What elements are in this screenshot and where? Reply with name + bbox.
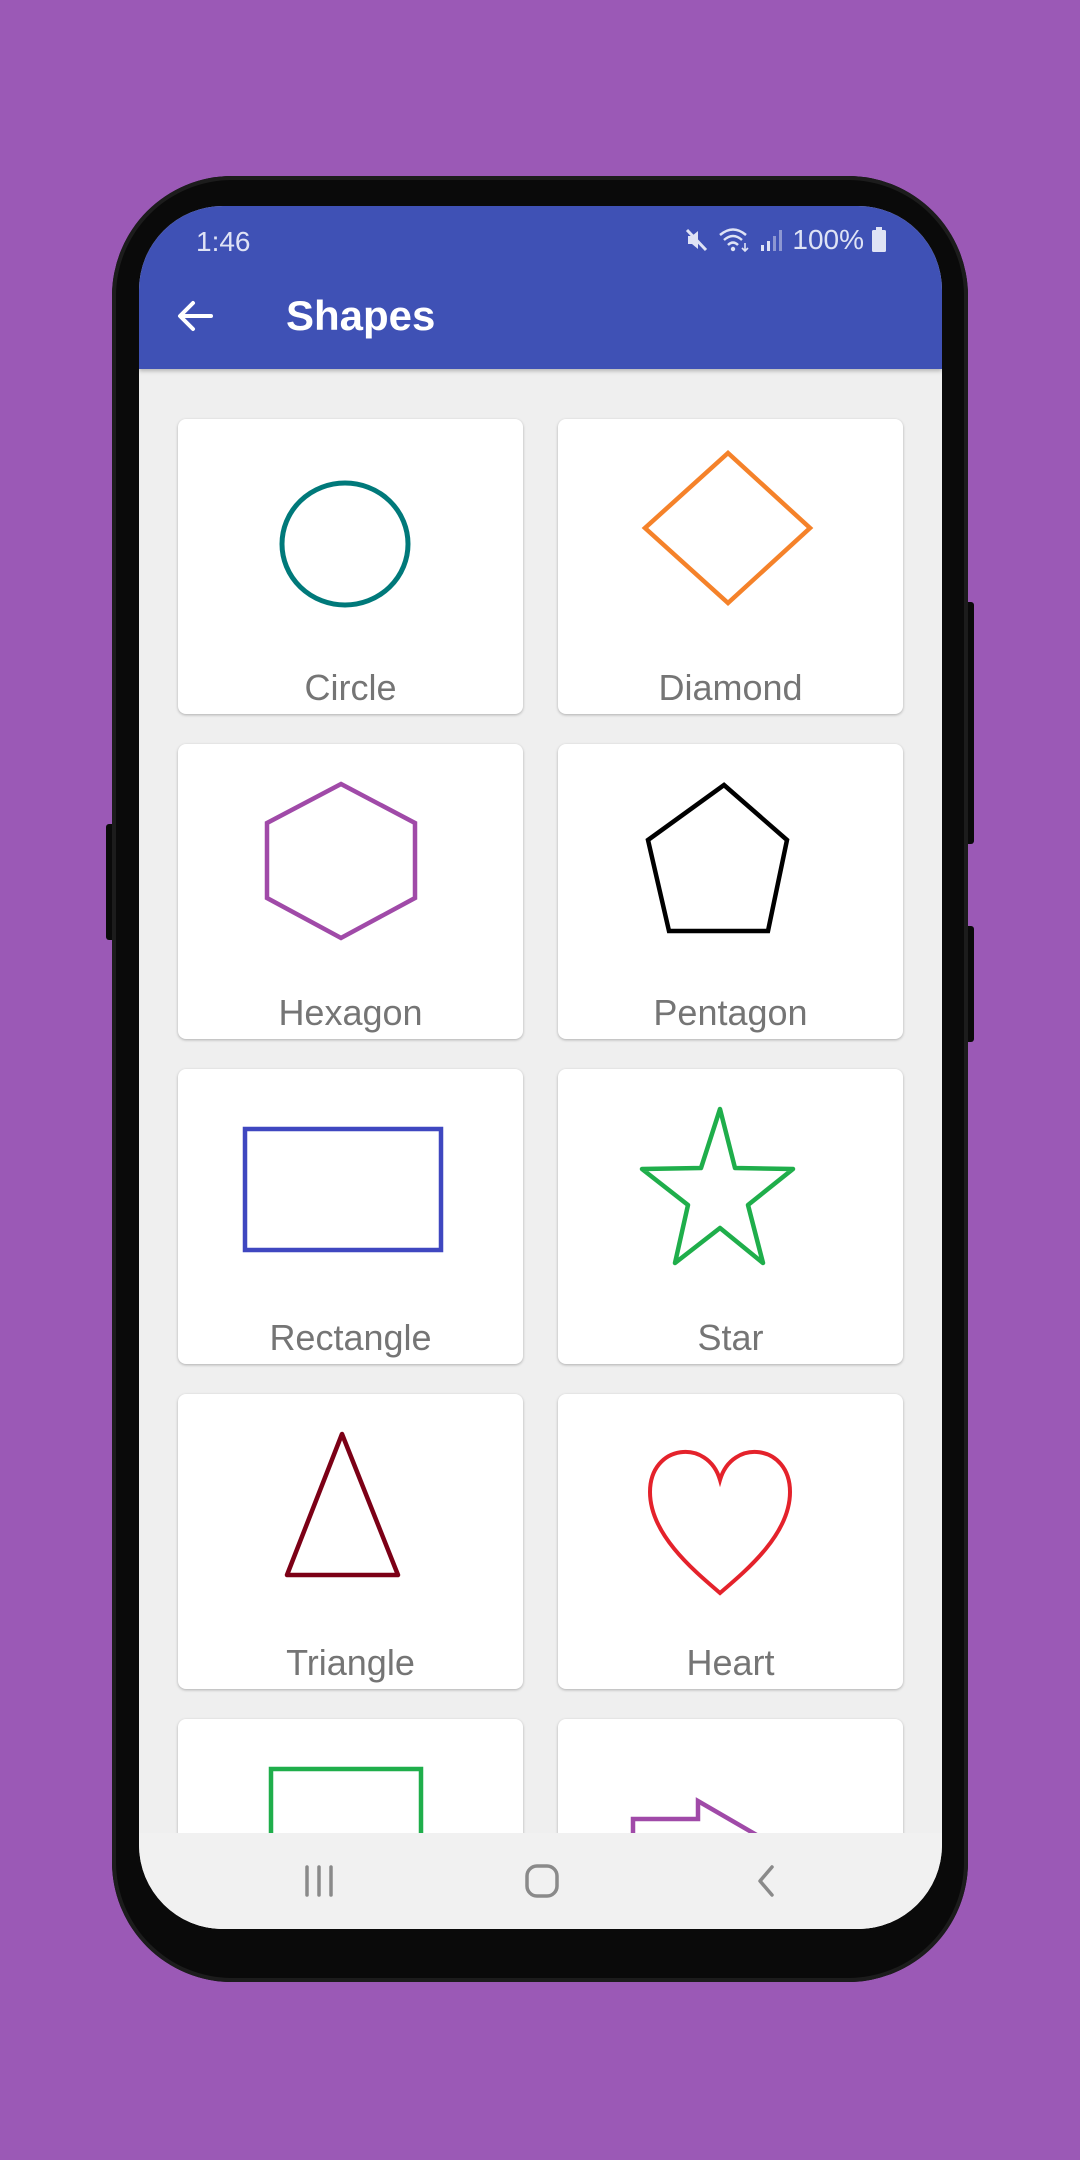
home-button[interactable] (512, 1855, 572, 1907)
status-time: 1:46 (196, 226, 251, 257)
shape-card-circle[interactable]: Circle (178, 419, 523, 714)
shape-card-heart[interactable]: Heart (558, 1394, 903, 1689)
arrow-left-icon (178, 301, 213, 331)
app-bar: 1:46 100% Shapes (139, 206, 942, 369)
shape-label: Circle (304, 667, 397, 708)
recents-icon (305, 1865, 333, 1897)
shape-label: Diamond (658, 667, 803, 708)
shape-label: Star (697, 1317, 764, 1358)
page-title: Shapes (286, 292, 436, 339)
back-chevron-icon (758, 1865, 774, 1897)
heart-shape-icon (647, 1449, 793, 1596)
shape-card-triangle[interactable]: Triangle (178, 1394, 523, 1689)
shape-card-hexagon[interactable]: Hexagon (178, 744, 523, 1039)
shape-card-rectangle[interactable]: Rectangle (178, 1069, 523, 1364)
shape-card-star[interactable]: Star (558, 1069, 903, 1364)
battery-icon (872, 227, 886, 253)
status-icons: 100% (684, 224, 886, 256)
shape-label: Heart (686, 1642, 775, 1683)
battery-level: 100% (792, 224, 864, 255)
shape-label: Rectangle (269, 1317, 432, 1358)
shape-card-pentagon[interactable]: Pentagon (558, 744, 903, 1039)
recents-button[interactable] (289, 1855, 349, 1907)
shape-label: Hexagon (278, 992, 423, 1033)
hexagon-shape-icon (264, 781, 418, 941)
wifi-icon (718, 226, 752, 254)
rectangle-shape-icon (242, 1126, 444, 1253)
system-nav-bar (139, 1833, 942, 1929)
diamond-shape-icon (641, 449, 814, 607)
home-icon (525, 1864, 559, 1898)
circle-shape-icon (279, 480, 411, 608)
signal-icon (760, 228, 784, 252)
back-button[interactable] (169, 290, 221, 342)
star-shape-icon (639, 1106, 796, 1266)
shape-card-diamond[interactable]: Diamond (558, 419, 903, 714)
shape-label: Triangle (286, 1642, 415, 1683)
screen: 1:46 100% Shapes Circle Diamond Hexagon Pen… (139, 206, 942, 1929)
pentagon-shape-icon (645, 782, 790, 934)
mute-icon (684, 227, 710, 253)
triangle-shape-icon (284, 1431, 401, 1578)
system-back-button[interactable] (737, 1855, 797, 1907)
shape-label: Pentagon (653, 992, 808, 1033)
